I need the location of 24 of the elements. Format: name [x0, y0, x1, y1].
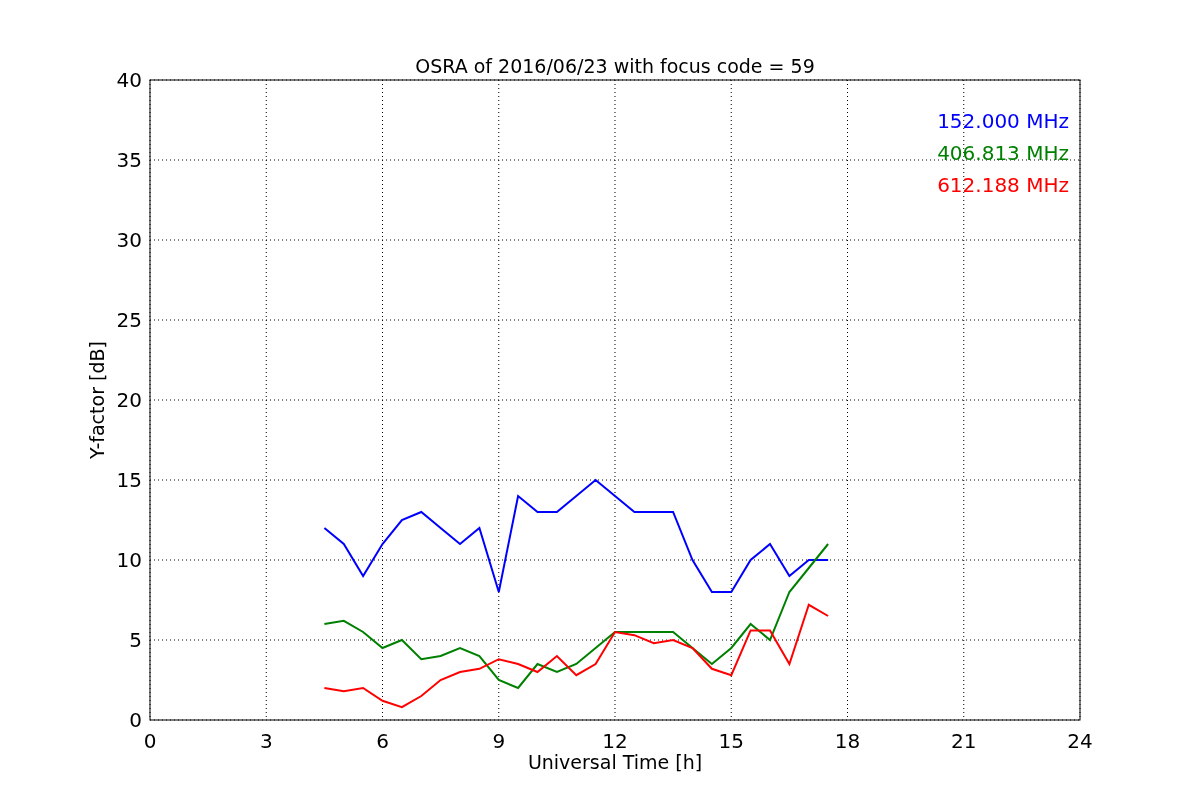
tick-label: 9 [492, 729, 506, 753]
tick-label: 21 [951, 729, 977, 753]
tick-label: 12 [602, 729, 628, 753]
tick-label: 0 [143, 729, 157, 753]
tick-label: 5 [129, 628, 142, 652]
tick-label: 3 [259, 729, 273, 753]
tick-label: 6 [376, 729, 389, 753]
tick-label: 24 [1067, 729, 1093, 753]
tick-label: 10 [116, 548, 142, 572]
x-axis-label: Universal Time [h] [527, 751, 703, 773]
tick-label: 15 [718, 729, 744, 753]
tick-label: 30 [116, 228, 142, 252]
tick-label: 18 [834, 729, 861, 753]
y-axis-label: Y-factor [dB] [86, 341, 108, 459]
legend-label: 406.813 MHz [937, 141, 1069, 165]
legend-label: 612.188 MHz [937, 173, 1069, 197]
tick-label: 25 [116, 308, 142, 332]
tick-label: 15 [116, 468, 142, 492]
legend-label: 152.000 MHz [937, 109, 1069, 133]
tick-label: 20 [116, 388, 142, 412]
tick-label: 40 [116, 68, 142, 92]
tick-label: 35 [116, 148, 142, 172]
tick-label: 0 [129, 708, 142, 732]
chart-title: OSRA of 2016/06/23 with focus code = 59 [415, 55, 815, 77]
